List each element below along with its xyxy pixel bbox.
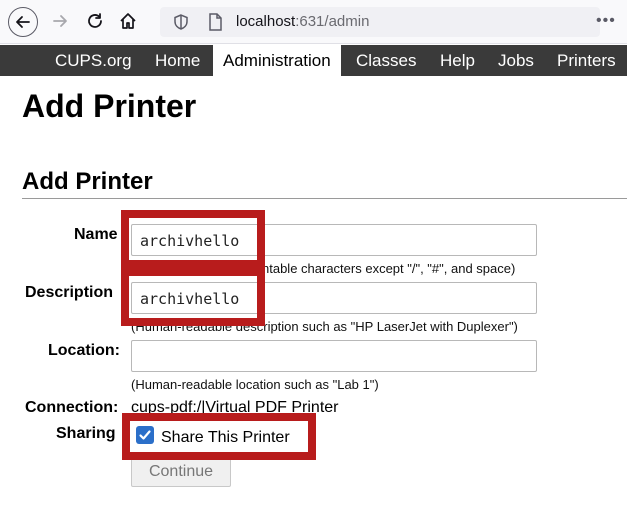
shield-icon[interactable] [174,14,188,35]
location-label: Location: [48,342,120,359]
browser-toolbar: localhost:631/admin ••• [0,0,627,44]
tab-help[interactable]: Help [440,45,475,76]
tab-printers[interactable]: Printers [557,45,616,76]
url-text[interactable]: localhost:631/admin [236,13,369,30]
tab-jobs[interactable]: Jobs [498,45,534,76]
home-icon [120,13,136,29]
forward-arrow-icon [53,15,67,27]
back-arrow-icon [16,16,30,28]
url-path: :631/admin [295,13,370,30]
home-button[interactable] [113,6,143,36]
section-title: Add Printer [22,168,153,195]
reload-icon [88,13,102,28]
tab-home[interactable]: Home [155,45,200,76]
tab-cups-org[interactable]: CUPS.org [55,45,132,76]
sharing-highlight-box [122,413,316,460]
more-options-icon[interactable]: ••• [596,12,616,30]
page-icon [208,13,222,36]
tab-administration[interactable]: Administration [213,45,341,76]
page-title: Add Printer [22,88,197,124]
sharing-label: Sharing [56,425,116,442]
url-bar[interactable]: localhost:631/admin [160,7,600,37]
reload-button[interactable] [80,6,110,36]
description-highlight-box [121,268,265,326]
description-label: Description [25,284,114,301]
connection-label: Connection: [25,399,119,416]
tab-classes[interactable]: Classes [356,45,416,76]
section-divider [22,198,627,199]
name-label: Name [74,226,118,243]
continue-button[interactable]: Continue [131,456,231,487]
back-button[interactable] [8,7,38,37]
forward-button[interactable] [45,6,75,36]
location-field[interactable] [131,340,537,372]
location-hint: (Human-readable location such as "Lab 1"… [131,377,379,392]
name-highlight-box [121,210,265,268]
cups-navigation: CUPS.org Home Administration Classes Hel… [0,45,627,76]
name-hint: ntable characters except "/", "#", and s… [262,261,516,276]
url-host: localhost [236,13,296,30]
